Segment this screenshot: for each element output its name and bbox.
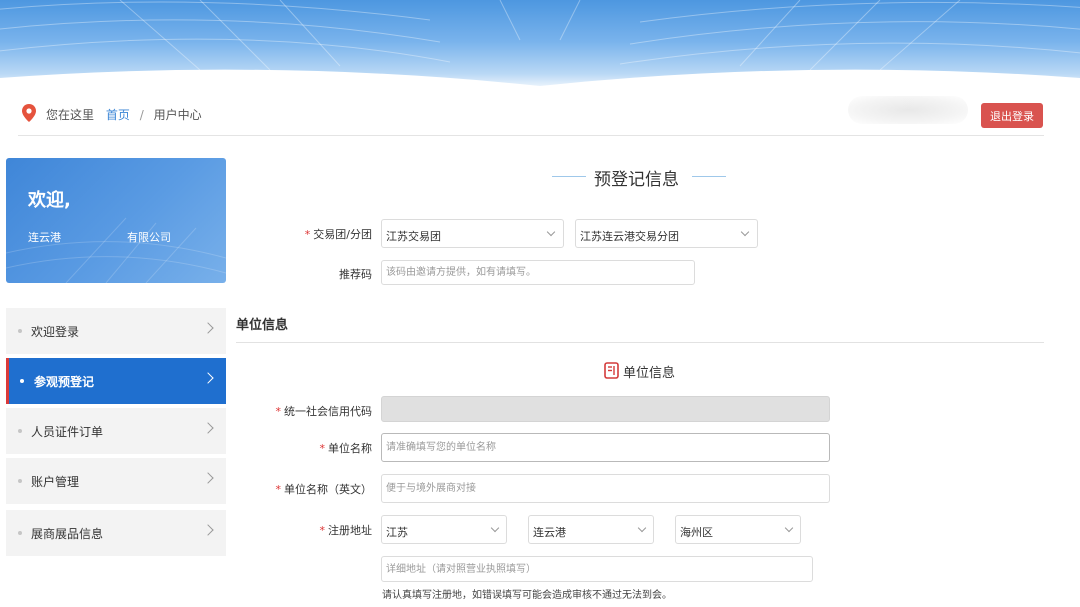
chevron-down-icon [637,523,647,533]
city-value: 连云港 [533,526,566,539]
sidebar-item-label: 人员证件订单 [31,425,104,439]
welcome-title: 欢迎, [28,190,71,211]
unit-name-input[interactable] [381,433,830,462]
unit-subheading-text: 单位信息 [623,366,676,381]
required-mark: * [319,442,326,455]
breadcrumb-prefix: 您在这里 [46,108,95,122]
user-info-blurred [848,96,968,124]
unit-name-en-input[interactable] [381,474,830,503]
sidebar-item-label: 账户管理 [31,475,80,489]
chevron-right-icon [202,372,214,384]
province-value: 江苏 [386,526,408,539]
welcome-company: 连云港 有限公司 [28,229,171,245]
section-divider [236,342,1044,343]
credit-code-label-text: 统一社会信用代码 [284,405,372,418]
breadcrumb-home-link[interactable]: 首页 [106,108,130,122]
credit-code-label: * 统一社会信用代码 [270,403,373,419]
province-select[interactable]: 江苏 [381,515,507,544]
required-mark: * [304,228,311,241]
group-label: * 交易团/分团 [280,226,372,242]
breadcrumb-separator: / [139,108,144,122]
trade-subgroup-value: 江苏连云港交易分团 [580,230,679,243]
sidebar-item-label: 展商展品信息 [31,527,104,541]
sidebar-item-visit-preregistration[interactable]: 参观预登记 [6,358,226,404]
sidebar-item-label: 参观预登记 [34,375,95,389]
page-title: 预登记信息 [594,170,679,190]
bullet-icon [20,379,24,383]
chevron-right-icon [202,524,214,536]
chevron-down-icon [546,227,556,237]
unit-name-label-text: 单位名称 [328,442,372,455]
city-select[interactable]: 连云港 [528,515,654,544]
card-pattern [6,217,226,283]
required-mark: * [275,483,282,496]
company-suffix: 有限公司 [127,231,171,244]
breadcrumb: 您在这里 首页 / 用户中心 [46,106,202,123]
address-hint: 请认真填写注册地，如错误填写可能会造成审核不通过无法到会。 [382,590,672,601]
group-label-text: 交易团/分团 [313,228,372,241]
district-select[interactable]: 海州区 [675,515,801,544]
breadcrumb-bar: 您在这里 首页 / 用户中心 退出登录 [18,96,1044,136]
unit-name-en-label: * 单位名称（英文） [260,481,373,497]
title-divider-right [692,176,726,177]
chevron-right-icon [202,472,214,484]
referral-code-input[interactable] [381,260,695,285]
bullet-icon [18,531,22,535]
sidebar-item-label: 欢迎登录 [31,325,80,339]
venue-roof-graphic [0,0,1080,92]
breadcrumb-current: 用户中心 [153,108,202,122]
bullet-icon [18,479,22,483]
welcome-card: 欢迎, 连云港 有限公司 [6,158,226,283]
chevron-down-icon [784,523,794,533]
address-label: * 注册地址 [270,522,373,538]
chevron-right-icon [202,422,214,434]
document-icon [604,362,619,379]
trade-group-value: 江苏交易团 [386,230,441,243]
sidebar-item-account-management[interactable]: 账户管理 [6,458,226,504]
unit-name-en-label-text: 单位名称（英文） [284,483,372,496]
address-label-text: 注册地址 [328,524,372,537]
title-divider-left [552,176,586,177]
trade-group-select[interactable]: 江苏交易团 [381,219,564,248]
referral-label: 推荐码 [339,268,372,281]
sidebar-item-exhibitor-info[interactable]: 展商展品信息 [6,510,226,556]
district-value: 海州区 [680,526,713,539]
required-mark: * [319,524,326,537]
chevron-right-icon [202,322,214,334]
location-pin-icon [22,104,36,122]
required-mark: * [275,405,282,418]
chevron-down-icon [740,227,750,237]
detail-address-input[interactable] [381,556,813,582]
company-name-redacted [61,231,127,241]
chevron-down-icon [490,523,500,533]
credit-code-field [381,396,830,422]
form-title-block: 预登记信息 [552,165,728,190]
unit-name-label: * 单位名称 [270,440,373,456]
unit-section-title: 单位信息 [236,318,289,333]
company-prefix: 连云港 [28,231,61,244]
header-banner [0,0,1080,92]
trade-subgroup-select[interactable]: 江苏连云港交易分团 [575,219,758,248]
bullet-icon [18,429,22,433]
bullet-icon [18,329,22,333]
sidebar-item-welcome-login[interactable]: 欢迎登录 [6,308,226,354]
logout-button[interactable]: 退出登录 [981,103,1043,128]
sidebar-item-badge-orders[interactable]: 人员证件订单 [6,408,226,454]
